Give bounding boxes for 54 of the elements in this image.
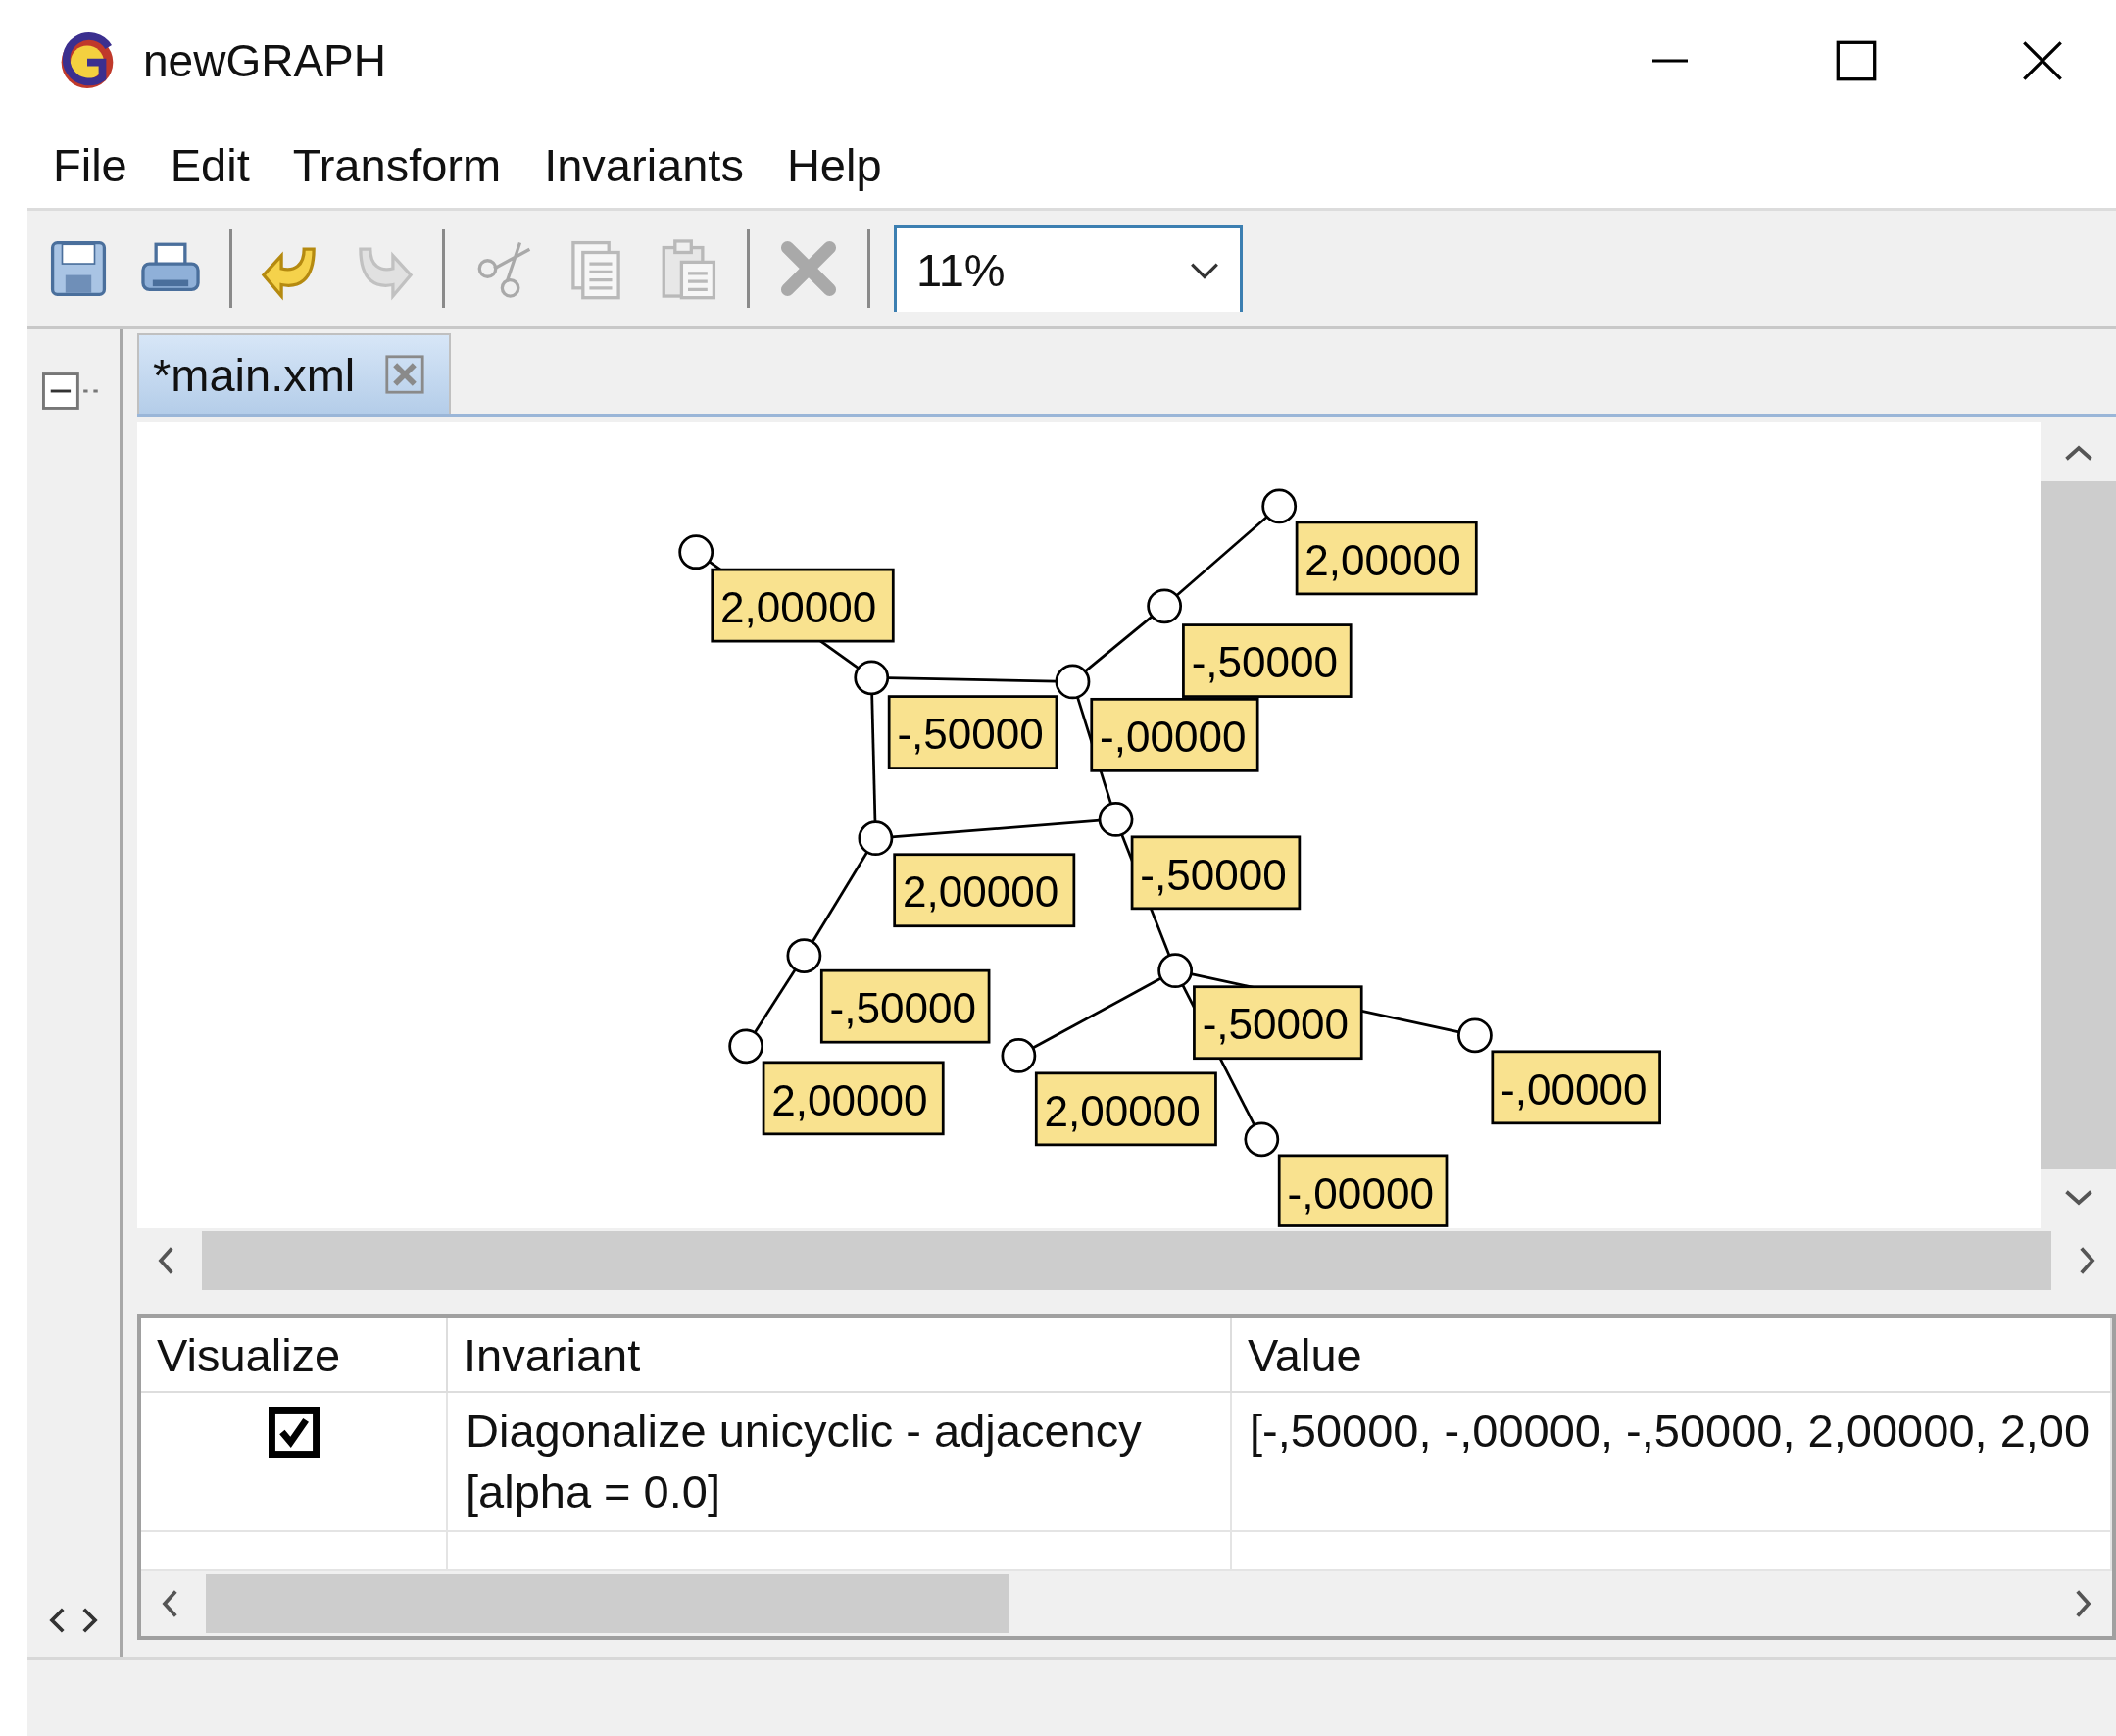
maximize-icon <box>1835 39 1878 82</box>
graph-node <box>1244 1121 1280 1158</box>
value-label: -,00000 <box>1277 1154 1449 1227</box>
value-label: 2,00000 <box>1034 1071 1217 1147</box>
graph-node <box>1457 1017 1493 1054</box>
graph-edge <box>753 968 797 1034</box>
graph-node <box>858 820 894 857</box>
menu-item[interactable]: Invariants <box>522 137 765 192</box>
window-title: newGRAPH <box>143 34 386 87</box>
editor-tab[interactable]: *main.xml <box>137 333 452 414</box>
scroll-left-icon[interactable] <box>47 1606 67 1635</box>
chevron-up-icon <box>2063 444 2093 462</box>
value-label: -,50000 <box>1193 985 1363 1061</box>
value-label: 2,00000 <box>762 1061 945 1136</box>
value-label: -,50000 <box>887 695 1058 769</box>
chevron-left-icon <box>161 1589 178 1618</box>
menu-item[interactable]: File <box>31 137 149 192</box>
graph-node <box>678 534 714 570</box>
graph-node <box>728 1028 764 1065</box>
graph-node <box>1055 664 1091 700</box>
graph-node <box>1147 588 1183 624</box>
chevron-right-icon <box>2079 1246 2096 1275</box>
table-cell: Diagonalize unicyclic - adjacency [alpha = 0.0] <box>448 1393 1232 1532</box>
value-label: -,50000 <box>1130 835 1302 911</box>
chevron-left-icon <box>157 1246 174 1275</box>
checkbox[interactable] <box>268 1407 320 1458</box>
graph-node <box>1157 953 1194 989</box>
graph-node <box>1261 488 1298 524</box>
chevron-down-icon <box>2063 1189 2093 1207</box>
scroll-right-icon[interactable] <box>80 1606 100 1635</box>
close-icon[interactable] <box>384 354 426 395</box>
value-label: 2,00000 <box>711 568 895 643</box>
value-label: -,00000 <box>1090 697 1259 772</box>
value-label: -,50000 <box>819 968 991 1044</box>
menu-item[interactable]: Transform <box>271 137 523 192</box>
column-header[interactable]: Visualize <box>141 1318 448 1393</box>
graph-node <box>854 660 890 696</box>
menu-item[interactable]: Help <box>764 137 904 192</box>
value-label: 2,00000 <box>893 853 1076 928</box>
value-label: 2,00000 <box>1295 521 1478 596</box>
table-cell: [-,50000, -,00000, -,50000, 2,00000, 2,00 <box>1232 1393 2112 1532</box>
value-label: -,50000 <box>1182 623 1353 698</box>
graph-node <box>1098 802 1134 837</box>
graph-node <box>1001 1038 1037 1073</box>
menu-item[interactable]: Edit <box>148 137 271 192</box>
graph-node <box>786 938 822 973</box>
graph-edge <box>1084 615 1154 672</box>
zoom-dropdown[interactable]: 11% <box>894 225 1243 312</box>
close-icon <box>2021 39 2064 82</box>
column-header[interactable]: Invariant <box>448 1318 1232 1393</box>
value-label: -,00000 <box>1491 1050 1661 1125</box>
chevron-right-icon <box>2075 1589 2092 1618</box>
column-header[interactable]: Value <box>1232 1318 2112 1393</box>
horizontal-scrollbar[interactable] <box>141 1571 2112 1636</box>
